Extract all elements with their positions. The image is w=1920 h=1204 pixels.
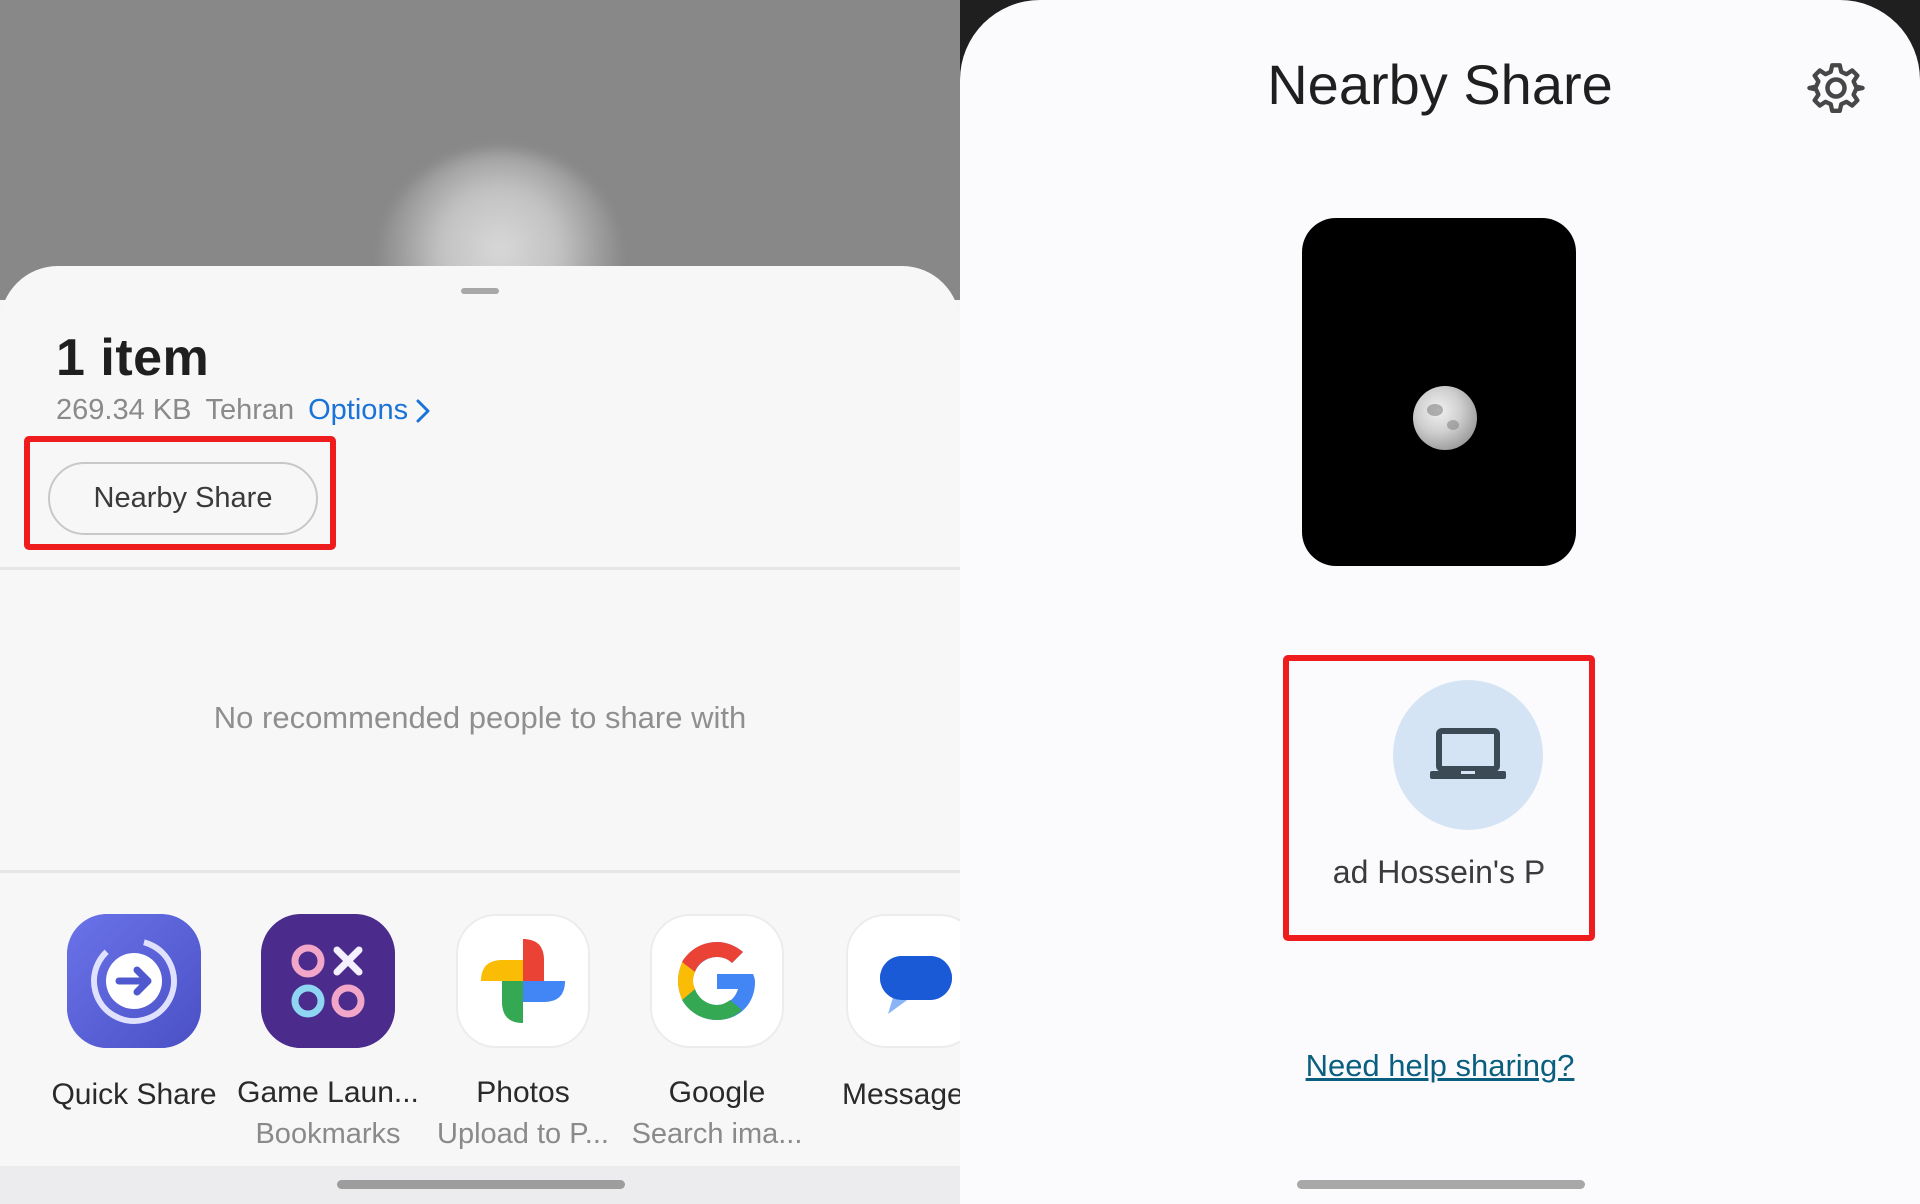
chevron-right-icon	[416, 399, 430, 422]
no-people-message: No recommended people to share with	[213, 700, 747, 735]
app-sublabel: Search ima...	[631, 1118, 803, 1150]
device-name: ad Hossein's P	[1332, 854, 1546, 890]
file-location: Tehran	[205, 394, 295, 426]
options-link[interactable]: Options	[308, 394, 430, 427]
options-label: Options	[308, 394, 409, 426]
file-size: 269.34 KB	[56, 394, 192, 426]
app-messages[interactable]: Message	[808, 914, 960, 1112]
google-photos-icon	[456, 914, 590, 1048]
shared-image-thumbnail	[1302, 218, 1576, 566]
device-avatar	[1393, 680, 1543, 830]
share-sheet: 1 item 269.34 KB Tehran Options Nearby S…	[0, 266, 960, 1204]
background-image-preview	[0, 0, 960, 300]
laptop-icon	[1430, 728, 1506, 779]
app-label: Photos	[476, 1076, 570, 1109]
google-icon	[650, 914, 784, 1048]
app-label: Quick Share	[51, 1078, 217, 1111]
app-google[interactable]: Google Search ima...	[622, 914, 812, 1151]
divider	[0, 567, 960, 570]
page-title: Nearby Share	[1267, 53, 1613, 116]
app-sublabel: Upload to P...	[437, 1118, 609, 1150]
app-label: Game Laun...	[237, 1076, 419, 1109]
help-link[interactable]: Need help sharing?	[960, 1048, 1920, 1084]
app-game-launcher[interactable]: Game Laun... Bookmarks	[233, 914, 423, 1151]
share-sheet-screen: 1 item 269.34 KB Tehran Options Nearby S…	[0, 0, 960, 1204]
app-label: Google	[668, 1076, 766, 1109]
nearby-device-target[interactable]: ad Hossein's P	[1290, 662, 1588, 934]
divider	[0, 870, 960, 873]
gear-icon	[1807, 63, 1865, 113]
nearby-share-screen: Nearby Share ad Hossein's P Need help sh…	[960, 0, 1920, 1204]
item-count-title: 1 item	[56, 329, 210, 387]
sheet-drag-handle[interactable]	[461, 288, 499, 294]
app-photos[interactable]: Photos Upload to P...	[428, 914, 618, 1151]
app-label: Message	[842, 1078, 960, 1111]
app-quick-share[interactable]: Quick Share	[39, 914, 229, 1112]
home-gesture-handle[interactable]	[337, 1180, 625, 1189]
game-launcher-icon	[261, 914, 395, 1048]
app-targets-row: Quick Share Game Laun... Bookmarks Photo…	[0, 914, 960, 1164]
moon-image	[1413, 386, 1477, 450]
home-gesture-handle[interactable]	[1297, 1180, 1585, 1189]
settings-button[interactable]	[1806, 58, 1866, 118]
app-sublabel: Bookmarks	[255, 1118, 401, 1150]
messages-icon	[846, 914, 960, 1048]
file-meta-row: 269.34 KB Tehran Options	[56, 394, 430, 427]
nearby-share-button[interactable]: Nearby Share	[48, 462, 318, 535]
quick-share-icon	[67, 914, 201, 1048]
